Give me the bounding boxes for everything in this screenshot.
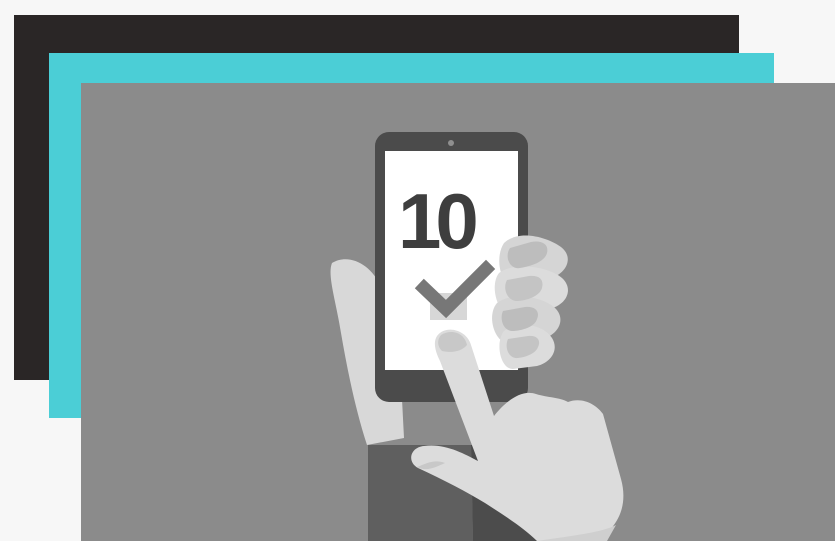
phone-hand-illustration: 10: [81, 83, 835, 541]
phone-camera: [448, 140, 454, 146]
screen-number: 10: [398, 177, 476, 265]
illustration-card: 10: [81, 83, 835, 541]
image-canvas: 10: [0, 0, 835, 541]
